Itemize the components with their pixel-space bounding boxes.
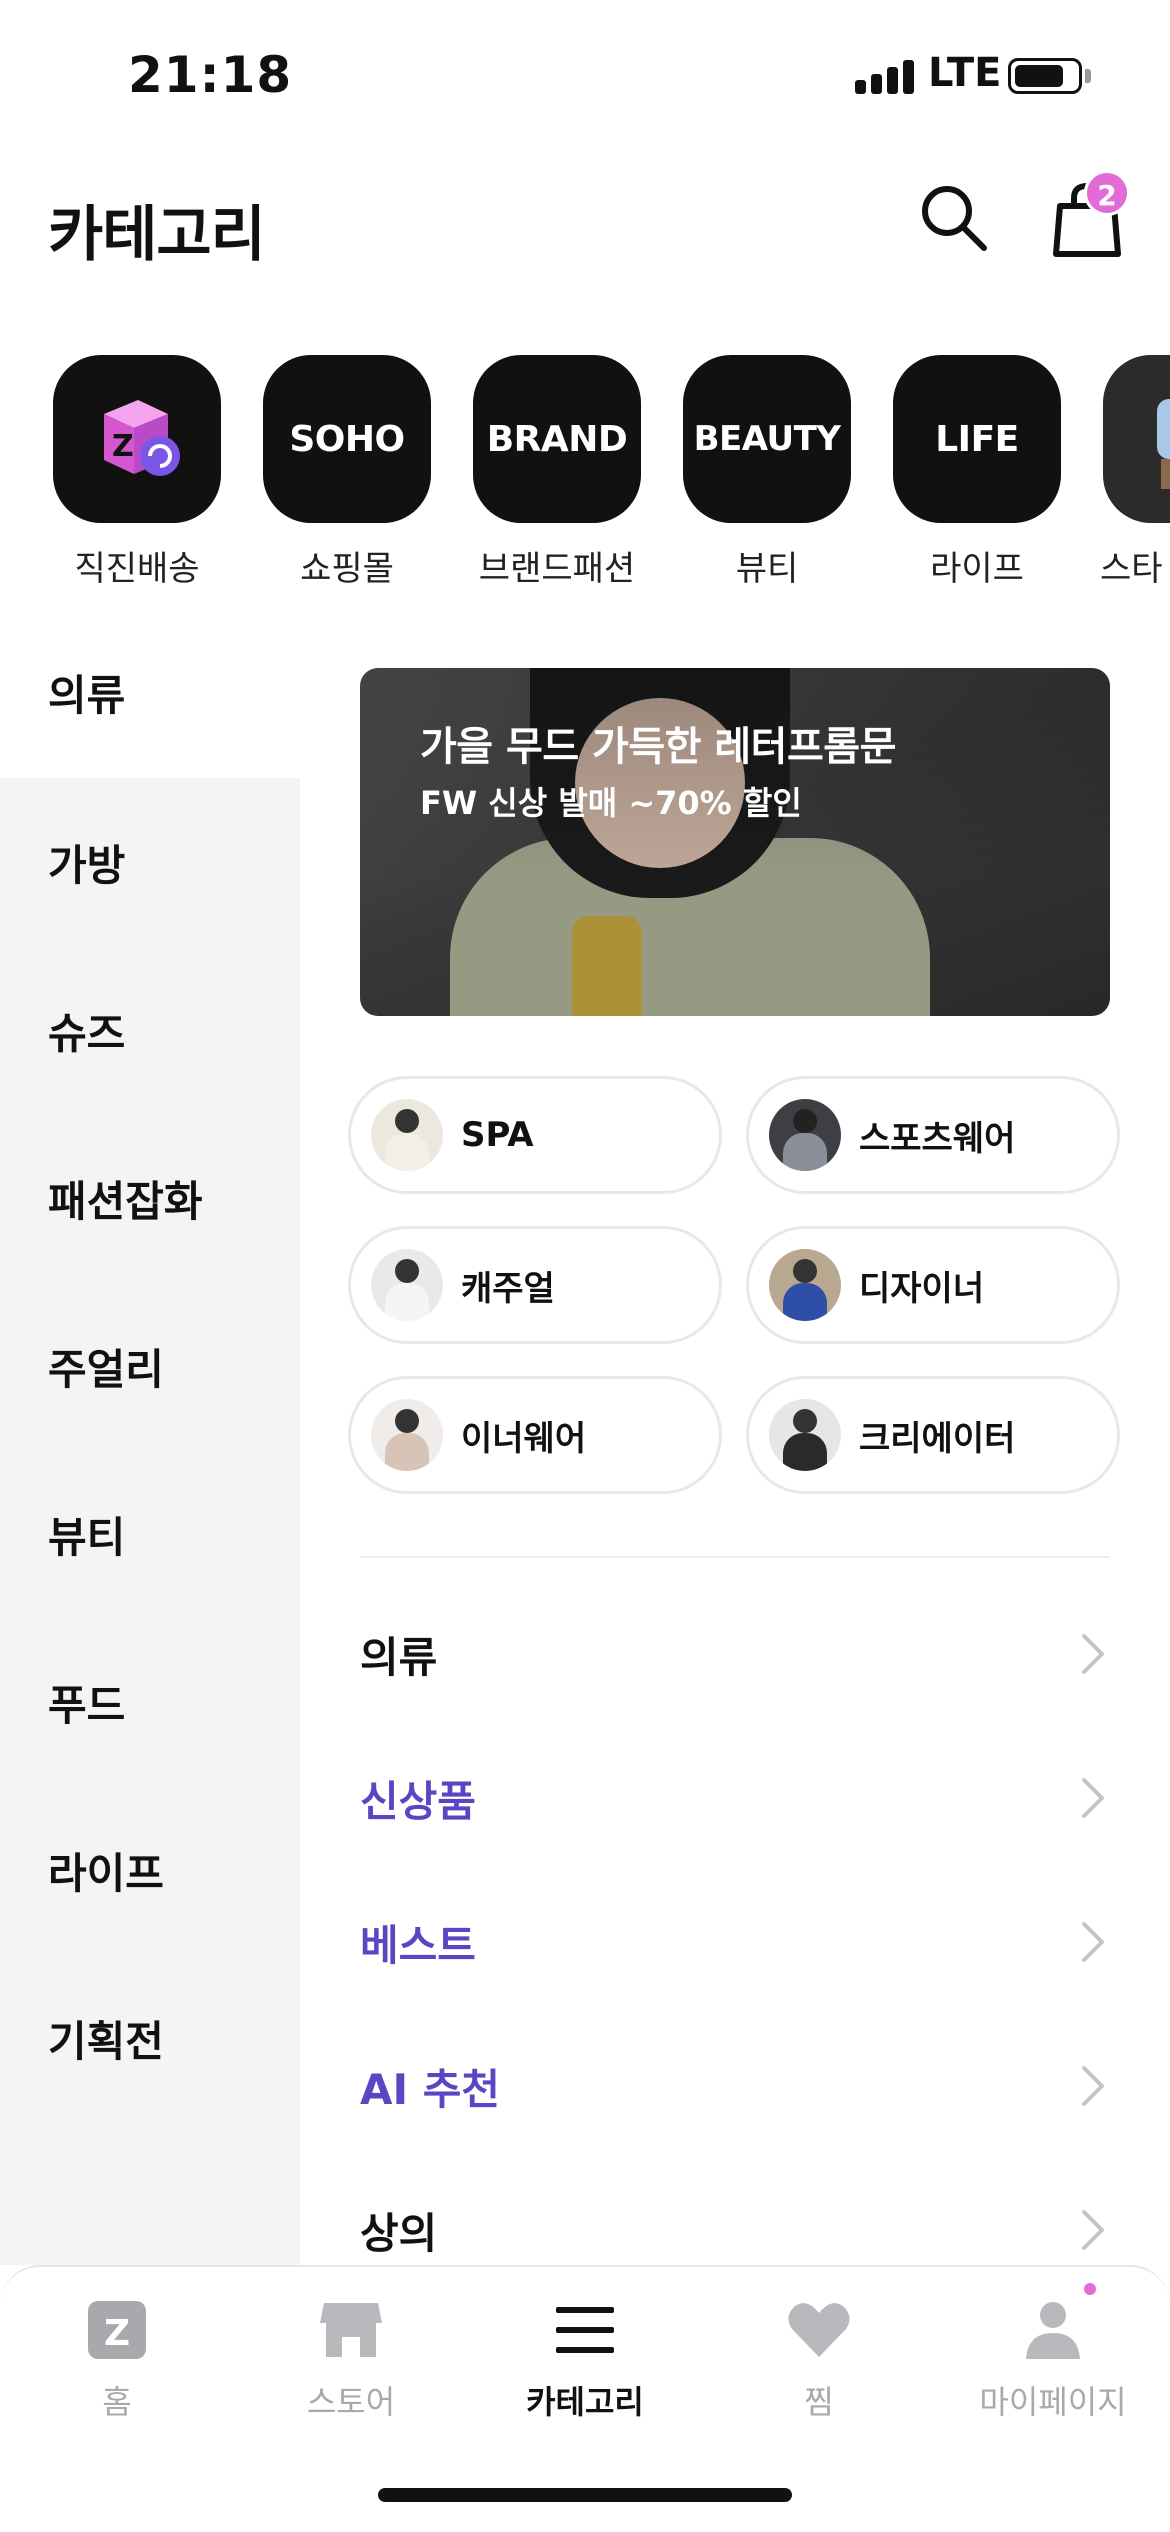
shortcut-direct-delivery[interactable]: Z 직진배송 (42, 355, 232, 590)
chip-creator[interactable]: 크리에이터 (746, 1376, 1120, 1494)
person-icon (1018, 2295, 1088, 2365)
svg-text:Z: Z (112, 429, 133, 464)
shortcut-label: 쇼핑몰 (300, 549, 394, 589)
shortcut-life[interactable]: LIFE 라이프 (882, 355, 1072, 590)
tab-label: 스토어 (306, 2383, 396, 2421)
store-icon (316, 2295, 386, 2365)
shortcut-label: 직진배송 (74, 549, 200, 589)
shortcut-beauty[interactable]: BEAUTY 뷰티 (672, 355, 862, 590)
cart-count-badge: 2 (1084, 170, 1130, 216)
avatar (371, 1249, 443, 1321)
list-item-label: 베스트 (360, 1920, 476, 1970)
tab-mypage[interactable]: 마이페이지 (936, 2295, 1170, 2423)
chip-sportswear[interactable]: 스포츠웨어 (746, 1076, 1120, 1194)
avatar (371, 1399, 443, 1471)
svg-text:Z: Z (104, 2313, 130, 2354)
chevron-right-icon (1082, 2210, 1104, 2250)
status-bar: 21:18 LTE (0, 0, 1170, 150)
chevron-right-icon (1082, 1922, 1104, 1962)
side-item-food[interactable]: 푸드 (0, 1618, 300, 1786)
avatar (371, 1099, 443, 1171)
shortcut-soho[interactable]: SOHO 쇼핑몰 (252, 355, 442, 590)
shortcut-brand[interactable]: BRAND 브랜드패션 (462, 355, 652, 590)
chip-label: SPA (461, 1115, 534, 1155)
list-item-new[interactable]: 신상품 (360, 1738, 1120, 1858)
avatar (769, 1099, 841, 1171)
side-item-bags[interactable]: 가방 (0, 778, 300, 946)
divider (360, 1556, 1110, 1558)
tab-category[interactable]: 카테고리 (468, 2295, 702, 2423)
chip-spa[interactable]: SPA (348, 1076, 722, 1194)
tab-label: 찜 (804, 2383, 834, 2421)
category-shortcuts: Z 직진배송 SOHO 쇼핑몰 BRAND 브랜드패션 BEAUTY 뷰티 LI… (0, 355, 1170, 595)
list-item-clothing[interactable]: 의류 (360, 1594, 1120, 1714)
signal-icon (855, 58, 915, 94)
side-item-shoes[interactable]: 슈즈 (0, 946, 300, 1114)
chevron-right-icon (1082, 2066, 1104, 2106)
chip-label: 캐주얼 (461, 1268, 555, 1309)
category-side-menu: 의류 가방 슈즈 패션잡화 주얼리 뷰티 푸드 라이프 기획전 (0, 610, 300, 2265)
shortcut-tile (1103, 355, 1170, 523)
zigzag-home-icon: Z (82, 2295, 152, 2365)
chip-casual[interactable]: 캐주얼 (348, 1226, 722, 1344)
header: 카테고리 (0, 150, 1170, 300)
network-label: LTE (928, 50, 1002, 96)
chip-label: 이너웨어 (461, 1418, 587, 1459)
model-photo-icon (1157, 399, 1170, 489)
promo-banner[interactable]: 가을 무드 가득한 레터프롬문 FW 신상 발매 ~70% 할인 (360, 668, 1110, 1016)
side-item-beauty[interactable]: 뷰티 (0, 1450, 300, 1618)
chip-label: 크리에이터 (859, 1418, 1016, 1459)
tab-label: 카테고리 (526, 2383, 644, 2421)
list-item-label: 상의 (360, 2208, 438, 2258)
shortcut-label: 뷰티 (735, 549, 799, 589)
page-title: 카테고리 (48, 200, 266, 270)
banner-title: 가을 무드 가득한 레터프롬문 (420, 724, 896, 770)
side-item-special[interactable]: 기획전 (0, 1954, 300, 2122)
side-item-life[interactable]: 라이프 (0, 1786, 300, 1954)
notification-dot (1084, 2283, 1096, 2295)
shortcut-star[interactable]: 스타 (1092, 355, 1170, 590)
list-item-label: AI 추천 (360, 2064, 501, 2114)
chevron-right-icon (1082, 1778, 1104, 1818)
banner-subtitle: FW 신상 발매 ~70% 할인 (420, 784, 802, 822)
home-indicator (378, 2488, 792, 2502)
heart-icon (784, 2295, 854, 2365)
side-item-clothing-active[interactable]: 의류 (0, 610, 300, 775)
tab-label: 홈 (102, 2383, 132, 2421)
chip-innerwear[interactable]: 이너웨어 (348, 1376, 722, 1494)
search-icon (922, 186, 987, 251)
shortcut-tile: Z (53, 355, 221, 523)
avatar (769, 1249, 841, 1321)
avatar (769, 1399, 841, 1471)
shortcut-tile: SOHO (263, 355, 431, 523)
chip-label: 스포츠웨어 (859, 1118, 1016, 1159)
side-item-accessories[interactable]: 패션잡화 (0, 1114, 300, 1282)
tab-label: 마이페이지 (979, 2383, 1127, 2421)
shortcut-tile: BEAUTY (683, 355, 851, 523)
battery-icon (1008, 58, 1082, 94)
list-item-label: 신상품 (360, 1776, 476, 1826)
search-button[interactable] (916, 180, 990, 254)
list-item-label: 의류 (360, 1632, 438, 1682)
chevron-right-icon (1082, 1634, 1104, 1674)
chip-designer[interactable]: 디자이너 (746, 1226, 1120, 1344)
tab-home[interactable]: Z 홈 (0, 2295, 234, 2423)
shortcut-tile: LIFE (893, 355, 1061, 523)
list-item-best[interactable]: 베스트 (360, 1882, 1120, 2002)
shortcut-label: 스타 (1100, 549, 1163, 589)
shortcut-label: 브랜드패션 (478, 549, 636, 589)
tab-store[interactable]: 스토어 (234, 2295, 468, 2423)
menu-icon (550, 2295, 620, 2365)
list-item-ai-recommend[interactable]: AI 추천 (360, 2026, 1120, 2146)
shortcut-label: 라이프 (930, 549, 1024, 589)
shortcut-tile: BRAND (473, 355, 641, 523)
status-time: 21:18 (128, 46, 293, 104)
side-item-jewelry[interactable]: 주얼리 (0, 1282, 300, 1450)
tab-wishlist[interactable]: 찜 (702, 2295, 936, 2423)
chip-label: 디자이너 (859, 1268, 985, 1309)
zigzag-box-icon: Z (104, 400, 180, 476)
